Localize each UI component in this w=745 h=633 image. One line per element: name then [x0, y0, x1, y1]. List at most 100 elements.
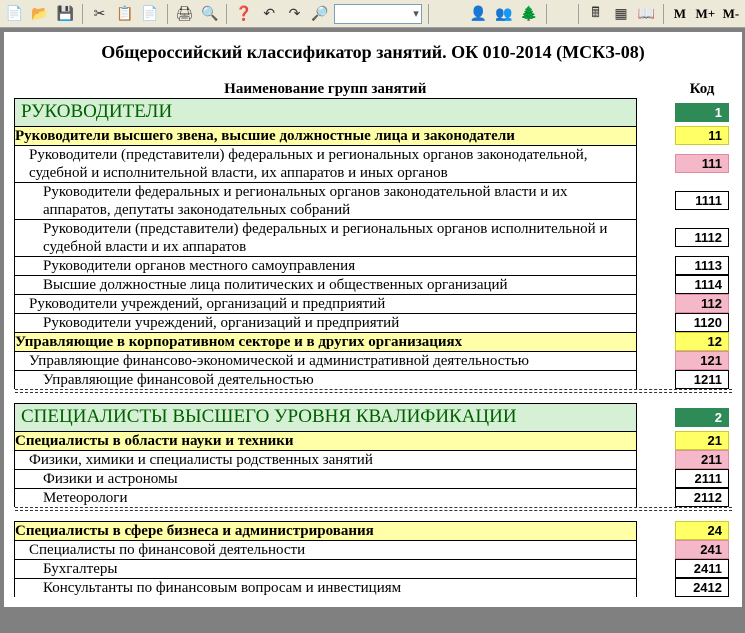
- occupation-name: Специалисты в сфере бизнеса и администри…: [15, 521, 637, 540]
- cut-icon[interactable]: ✂: [89, 3, 110, 25]
- occupation-code: 1120: [675, 313, 729, 332]
- open-icon[interactable]: 📂: [29, 3, 50, 25]
- classifier-table: Наименование групп занятий Код РУКОВОДИТ…: [14, 81, 732, 597]
- occupation-name: Метеорологи: [15, 488, 637, 507]
- separator: [663, 4, 664, 24]
- occupation-code: 11: [675, 126, 729, 145]
- user2-icon: 👥: [493, 3, 514, 25]
- occupation-code: 2111: [675, 469, 729, 488]
- classifier-row[interactable]: Управляющие финансово-экономической и ад…: [15, 351, 733, 370]
- occupation-name: Бухгалтеры: [15, 559, 637, 578]
- occupation-name: РУКОВОДИТЕЛИ: [15, 99, 637, 127]
- classifier-row[interactable]: Бухгалтеры 2411: [15, 559, 733, 578]
- separator: [578, 4, 579, 24]
- classifier-row[interactable]: Руководители (представители) федеральных…: [15, 145, 733, 182]
- occupation-name: СПЕЦИАЛИСТЫ ВЫСШЕГО УРОВНЯ КВАЛИФИКАЦИИ: [15, 403, 637, 431]
- occupation-code: 1112: [675, 228, 729, 247]
- occupation-code: 2411: [675, 559, 729, 578]
- occupation-name: Физики и астрономы: [15, 469, 637, 488]
- classifier-row[interactable]: Руководители органов местного самоуправл…: [15, 256, 733, 275]
- occupation-name: Управляющие финансовой деятельностью: [15, 370, 637, 389]
- separator: [167, 4, 168, 24]
- separator: [546, 4, 547, 24]
- occupation-code: 1113: [675, 256, 729, 275]
- header-code: Код: [660, 81, 732, 99]
- copy-icon[interactable]: 📋: [114, 3, 135, 25]
- classifier-row[interactable]: Физики, химики и специалисты родственных…: [15, 450, 733, 469]
- undo-icon[interactable]: ↶: [259, 3, 280, 25]
- occupation-name: Высшие должностные лица политических и о…: [15, 275, 637, 294]
- separator: [82, 4, 83, 24]
- classifier-row[interactable]: Физики и астрономы 2111: [15, 469, 733, 488]
- classifier-row[interactable]: Руководители высшего звена, высшие должн…: [15, 126, 733, 145]
- grid-icon[interactable]: ▦: [610, 3, 631, 25]
- memory-mminus-button[interactable]: M-: [721, 3, 741, 25]
- occupation-name: Специалисты в области науки и техники: [15, 431, 637, 450]
- classifier-row[interactable]: СПЕЦИАЛИСТЫ ВЫСШЕГО УРОВНЯ КВАЛИФИКАЦИИ 2: [15, 403, 733, 431]
- toolbar: 📄 📂 💾 ✂ 📋 📄 🖨 🔍 ❓ ↶ ↷ 🔎 ▾ 👤 👥 🌲 🖩 ▦ 📖 M …: [0, 0, 745, 28]
- occupation-name: Специалисты по финансовой деятельности: [15, 540, 637, 559]
- calc-icon[interactable]: 🖩: [585, 3, 606, 25]
- classifier-row[interactable]: Руководители учреждений, организаций и п…: [15, 294, 733, 313]
- preview-icon[interactable]: 🔍: [199, 3, 220, 25]
- classifier-row[interactable]: Управляющие финансовой деятельностью 1211: [15, 370, 733, 389]
- book-icon[interactable]: 📖: [636, 3, 657, 25]
- zoom-combo[interactable]: ▾: [334, 4, 421, 24]
- separator: [428, 4, 429, 24]
- occupation-name: Руководители учреждений, организаций и п…: [15, 313, 637, 332]
- paste-icon[interactable]: 📄: [139, 3, 160, 25]
- document-area: Общероссийский классификатор занятий. ОК…: [0, 28, 745, 633]
- find-icon[interactable]: 🔎: [309, 3, 330, 25]
- classifier-row[interactable]: Метеорологи 2112: [15, 488, 733, 507]
- redo-icon[interactable]: ↷: [284, 3, 305, 25]
- new-icon[interactable]: 📄: [4, 3, 25, 25]
- occupation-name: Физики, химики и специалисты родственных…: [15, 450, 637, 469]
- occupation-name: Руководители учреждений, организаций и п…: [15, 294, 637, 313]
- occupation-code: 1211: [675, 370, 729, 389]
- separator: [226, 4, 227, 24]
- occupation-code: 2412: [675, 578, 729, 597]
- classifier-row[interactable]: Консультанты по финансовым вопросам и ин…: [15, 578, 733, 597]
- occupation-code: 121: [675, 351, 729, 370]
- occupation-name: Управляющие в корпоративном секторе и в …: [15, 332, 637, 351]
- classifier-row[interactable]: Специалисты в сфере бизнеса и администри…: [15, 521, 733, 540]
- occupation-code: 241: [675, 540, 729, 559]
- classifier-row[interactable]: Высшие должностные лица политических и о…: [15, 275, 733, 294]
- occupation-code: 2: [675, 408, 729, 427]
- memory-m-button[interactable]: M: [670, 3, 690, 25]
- occupation-code: 1111: [675, 191, 729, 210]
- classifier-row[interactable]: Управляющие в корпоративном секторе и в …: [15, 332, 733, 351]
- print-icon[interactable]: 🖨: [174, 3, 195, 25]
- document-title: Общероссийский классификатор занятий. ОК…: [14, 42, 732, 63]
- classifier-row[interactable]: РУКОВОДИТЕЛИ 1: [15, 99, 733, 127]
- save-icon[interactable]: 💾: [55, 3, 76, 25]
- classifier-row[interactable]: Специалисты в области науки и техники 21: [15, 431, 733, 450]
- tree-icon[interactable]: 🌲: [518, 3, 539, 25]
- memory-mplus-button[interactable]: M+: [694, 3, 717, 25]
- occupation-name: Руководители федеральных и региональных …: [15, 182, 637, 219]
- classifier-row[interactable]: Специалисты по финансовой деятельности 24…: [15, 540, 733, 559]
- classifier-row[interactable]: Руководители федеральных и региональных …: [15, 182, 733, 219]
- occupation-name: Руководители (представители) федеральных…: [15, 145, 637, 182]
- user1-icon: 👤: [468, 3, 489, 25]
- occupation-name: Консультанты по финансовым вопросам и ин…: [15, 578, 637, 597]
- occupation-code: 24: [675, 521, 729, 540]
- occupation-code: 111: [675, 154, 729, 173]
- occupation-name: Руководители высшего звена, высшие должн…: [15, 126, 637, 145]
- occupation-code: 12: [675, 332, 729, 351]
- classifier-row[interactable]: Руководители учреждений, организаций и п…: [15, 313, 733, 332]
- occupation-name: Руководители (представители) федеральных…: [15, 219, 637, 256]
- classifier-row[interactable]: Руководители (представители) федеральных…: [15, 219, 733, 256]
- occupation-code: 211: [675, 450, 729, 469]
- occupation-name: Руководители органов местного самоуправл…: [15, 256, 637, 275]
- occupation-code: 1: [675, 103, 729, 122]
- help-icon[interactable]: ❓: [233, 3, 254, 25]
- header-row: Наименование групп занятий Код: [15, 81, 733, 99]
- header-name: Наименование групп занятий: [15, 81, 637, 99]
- page: Общероссийский классификатор занятий. ОК…: [4, 32, 742, 607]
- occupation-name: Управляющие финансово-экономической и ад…: [15, 351, 637, 370]
- occupation-code: 21: [675, 431, 729, 450]
- occupation-code: 1114: [675, 275, 729, 294]
- occupation-code: 2112: [675, 488, 729, 507]
- occupation-code: 112: [675, 294, 729, 313]
